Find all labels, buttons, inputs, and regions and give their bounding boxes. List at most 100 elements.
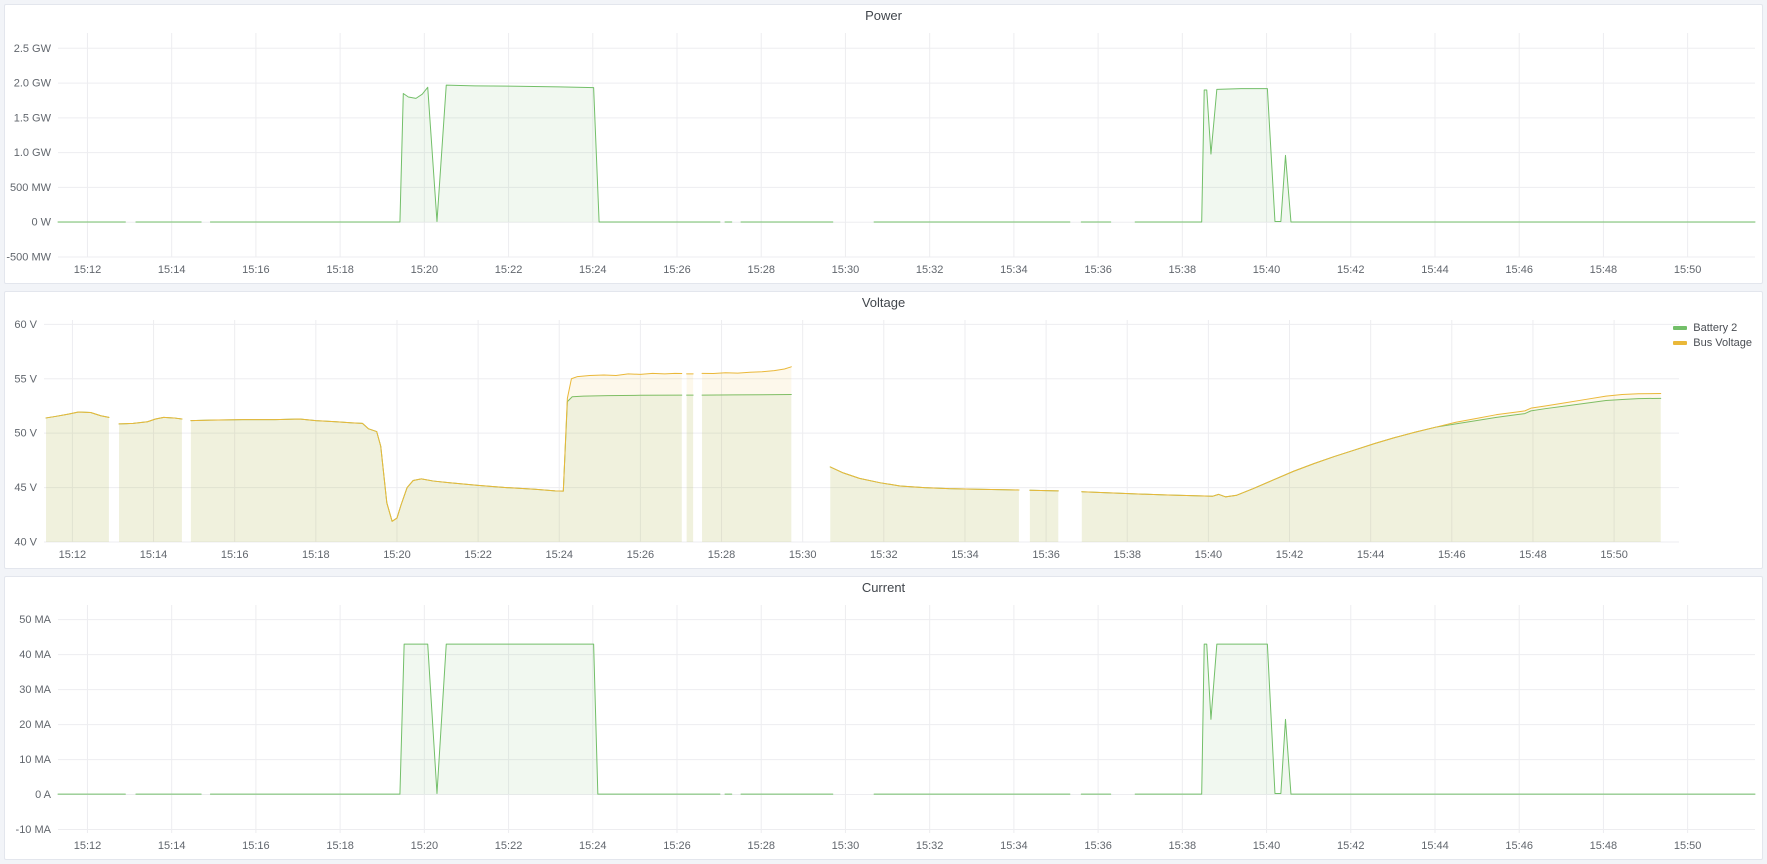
- x-tick-label: 15:22: [495, 840, 523, 852]
- series-fill-current-0: [1135, 644, 1755, 794]
- power-chart[interactable]: 15:12 15:14 15:16 15:18 15:20 15:22 15:24 15:26…: [6, 27, 1761, 281]
- y-tick-label: 30 MA: [19, 684, 51, 696]
- x-tick-label: 15:38: [1113, 549, 1141, 561]
- x-tick-label: 15:44: [1421, 264, 1449, 276]
- legend-item-bus-voltage[interactable]: Bus Voltage: [1673, 337, 1752, 349]
- y-tick-label: 500 MW: [10, 182, 52, 194]
- current-panel-title[interactable]: Current: [5, 577, 1762, 599]
- x-tick-label: 15:28: [708, 549, 736, 561]
- series-fill-voltage-1: [191, 373, 682, 542]
- y-tick-label: 55 V: [14, 373, 37, 385]
- x-tick-label: 15:32: [916, 840, 944, 852]
- x-tick-label: 15:36: [1084, 264, 1112, 276]
- voltage-chart[interactable]: 15:1215:1415:1615:1815:2015:2215:2415:26…: [6, 314, 1761, 566]
- y-tick-label: 40 V: [14, 537, 37, 549]
- x-tick-label: 15:18: [326, 840, 354, 852]
- x-tick-label: 15:28: [747, 264, 775, 276]
- x-tick-label: 15:14: [158, 840, 186, 852]
- power-panel-title[interactable]: Power: [5, 5, 1762, 27]
- x-tick-label: 15:30: [832, 840, 860, 852]
- x-tick-label: 15:24: [579, 840, 607, 852]
- current-chart[interactable]: 15:1215:1415:1615:1815:2015:2215:2415:26…: [6, 599, 1761, 857]
- x-tick-label: 15:48: [1590, 264, 1618, 276]
- x-tick-label: 15:46: [1505, 840, 1533, 852]
- series-fill-power-0: [1135, 89, 1755, 223]
- y-tick-label: -500 MW: [6, 252, 51, 264]
- legend-label: Battery 2: [1693, 322, 1737, 334]
- voltage-panel: Voltage 15:1215:1415:1615:1815:2015:2215…: [4, 291, 1763, 569]
- power-panel: Power 15:12 15:14 15:16 15:18 15:20 15:22 15:2…: [4, 4, 1763, 284]
- x-tick-label: 15:30: [789, 549, 817, 561]
- current-panel: Current 15:1215:1415:1615:1815:2015:2215…: [4, 576, 1763, 860]
- x-tick-label: 15:38: [1169, 264, 1197, 276]
- legend-item-battery-2[interactable]: Battery 2: [1673, 322, 1752, 334]
- x-tick-label: 15:46: [1438, 549, 1466, 561]
- x-tick-label: 15:26: [663, 840, 691, 852]
- x-tick-label: 15:32: [916, 264, 944, 276]
- y-tick-label: 0 A: [35, 789, 52, 801]
- x-tick-label: 15:44: [1421, 840, 1449, 852]
- x-tick-label: 15:42: [1337, 264, 1365, 276]
- x-tick-label: 15:36: [1084, 840, 1112, 852]
- x-tick-label: 15:50: [1674, 264, 1702, 276]
- x-tick-label: 15:42: [1276, 549, 1304, 561]
- x-tick-label: 15:44: [1357, 549, 1385, 561]
- series-fill-current-0: [210, 644, 720, 794]
- x-tick-label: 15:20: [411, 840, 439, 852]
- y-tick-label: 0 W: [31, 217, 51, 229]
- x-tick-label: 15:26: [627, 549, 655, 561]
- series-fill-voltage-1: [702, 367, 791, 542]
- y-tick-label: 20 MA: [19, 719, 51, 731]
- y-tick-label: 45 V: [14, 482, 37, 494]
- x-tick-label: 15:40: [1253, 840, 1281, 852]
- x-tick-label: 15:34: [951, 549, 979, 561]
- voltage-legend: Battery 2 Bus Voltage: [1673, 322, 1752, 349]
- x-tick-label: 15:38: [1169, 840, 1197, 852]
- series-fill-voltage-1: [687, 374, 693, 542]
- x-tick-label: 15:32: [870, 549, 898, 561]
- y-tick-label: 40 MA: [19, 649, 51, 661]
- x-tick-label: 15:12: [59, 549, 87, 561]
- legend-label: Bus Voltage: [1693, 337, 1752, 349]
- x-tick-label: 15:42: [1337, 840, 1365, 852]
- x-tick-label: 15:16: [221, 549, 249, 561]
- x-tick-label: 15:50: [1674, 840, 1702, 852]
- x-tick-label: 15:26: [663, 264, 691, 276]
- y-tick-label: 2.0 GW: [14, 78, 52, 90]
- x-tick-label: 15:48: [1519, 549, 1547, 561]
- x-tick-label: 15:18: [326, 264, 354, 276]
- y-tick-label: 50 MA: [19, 614, 51, 626]
- series-fill-power-0: [210, 85, 720, 222]
- x-tick-label: 15:30: [832, 264, 860, 276]
- series-fill-voltage-1: [119, 417, 182, 542]
- x-tick-label: 15:22: [464, 549, 492, 561]
- x-tick-label: 15:16: [242, 264, 270, 276]
- x-tick-label: 15:24: [545, 549, 573, 561]
- series-fill-voltage-1: [1082, 393, 1661, 542]
- x-tick-label: 15:46: [1505, 264, 1533, 276]
- voltage-panel-title[interactable]: Voltage: [5, 292, 1762, 314]
- x-tick-label: 15:20: [411, 264, 439, 276]
- series-line-voltage-1: [1030, 490, 1058, 491]
- x-tick-label: 15:40: [1253, 264, 1281, 276]
- bus-voltage-swatch-icon: [1673, 341, 1687, 345]
- y-tick-label: 10 MA: [19, 754, 51, 766]
- y-tick-label: 1.5 GW: [14, 112, 52, 124]
- battery-2-swatch-icon: [1673, 326, 1687, 330]
- x-tick-label: 15:50: [1600, 549, 1628, 561]
- y-tick-label: -10 MA: [16, 824, 52, 836]
- x-tick-label: 15:16: [242, 840, 270, 852]
- x-tick-label: 15:34: [1000, 264, 1028, 276]
- x-tick-label: 15:24: [579, 264, 607, 276]
- x-tick-label: 15:14: [158, 264, 186, 276]
- x-tick-label: 15:18: [302, 549, 330, 561]
- x-tick-label: 15:40: [1195, 549, 1223, 561]
- x-tick-label: 15:48: [1590, 840, 1618, 852]
- x-tick-label: 15:22: [495, 264, 523, 276]
- y-tick-label: 50 V: [14, 428, 37, 440]
- y-tick-label: 2.5 GW: [14, 43, 52, 55]
- series-fill-voltage-1: [46, 412, 109, 542]
- x-tick-label: 15:28: [747, 840, 775, 852]
- x-tick-label: 15:12: [74, 264, 102, 276]
- grafana-dashboard: Power 15:12 15:14 15:16 15:18 15:20 15:22 15:2…: [0, 0, 1767, 864]
